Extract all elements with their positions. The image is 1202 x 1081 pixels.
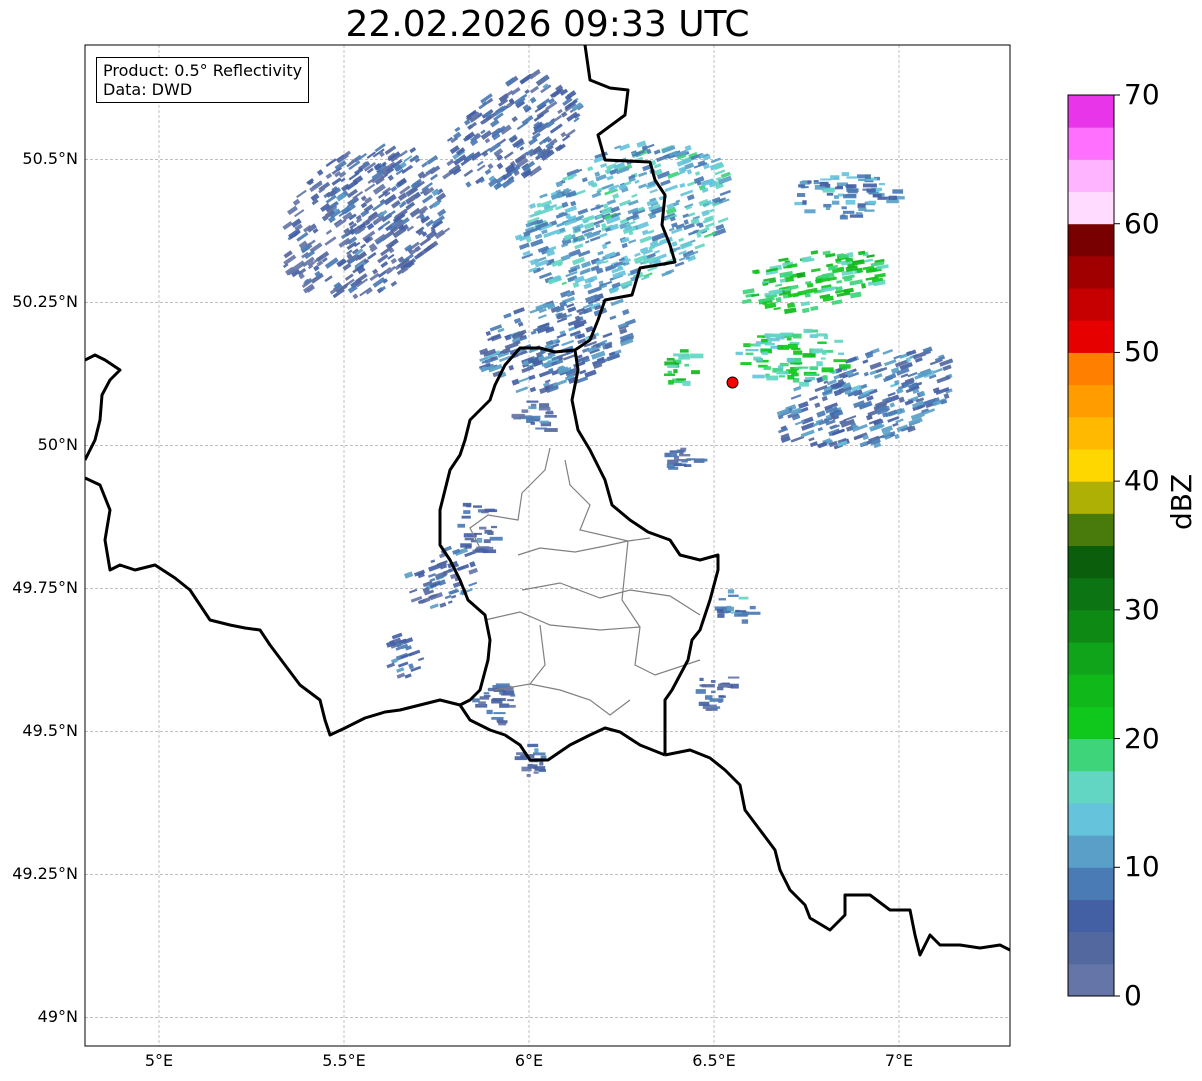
colorbar-band: [1068, 963, 1114, 997]
colorbar-band: [1068, 770, 1114, 804]
colorbar-tick-label: 20: [1124, 721, 1160, 755]
colorbar-band: [1068, 931, 1114, 965]
colorbar-tick-label: 40: [1124, 464, 1160, 498]
colorbar-band: [1068, 384, 1114, 418]
colorbar-band: [1068, 706, 1114, 740]
colorbar-tick-label: 0: [1124, 979, 1142, 1012]
colorbar-band: [1068, 481, 1114, 514]
colorbar-band: [1068, 867, 1114, 900]
colorbar-band: [1068, 320, 1114, 353]
colorbar: [1067, 94, 1120, 997]
colorbar-band: [1068, 802, 1114, 836]
colorbar-band: [1068, 159, 1114, 193]
colorbar-band: [1068, 223, 1114, 257]
colorbar-band: [1068, 738, 1114, 772]
colorbar-band: [1068, 513, 1114, 546]
colorbar-band: [1068, 835, 1114, 868]
colorbar-band: [1068, 191, 1114, 225]
colorbar-tick-label: 30: [1124, 592, 1160, 626]
colorbar-label: dBZ: [1165, 473, 1198, 530]
colorbar-band: [1068, 352, 1114, 386]
colorbar-band: [1068, 448, 1114, 482]
colorbar-band: [1068, 255, 1114, 289]
colorbar-band: [1068, 545, 1114, 579]
colorbar-band: [1068, 127, 1114, 160]
colorbar-tick-label: 50: [1124, 335, 1160, 369]
colorbar-band: [1068, 577, 1114, 611]
colorbar-band: [1068, 642, 1114, 675]
colorbar-band: [1068, 288, 1114, 321]
colorbar-band: [1068, 95, 1114, 128]
colorbar-band: [1068, 899, 1114, 933]
colorbar-tick-label: 10: [1124, 850, 1160, 884]
colorbar-band: [1068, 416, 1114, 450]
colorbar-tick-label: 70: [1124, 78, 1160, 111]
colorbar-band: [1068, 609, 1114, 643]
colorbar-band: [1068, 674, 1114, 707]
colorbar-tick-label: 60: [1124, 206, 1160, 240]
